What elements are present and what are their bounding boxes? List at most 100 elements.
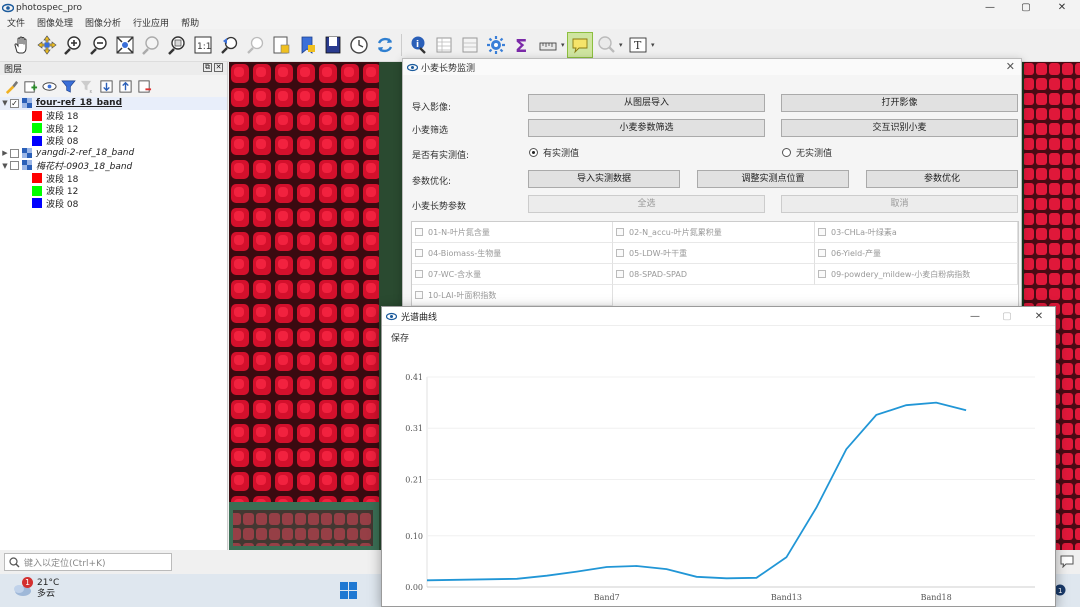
import-from-layer-button[interactable]: 从图层导入	[528, 94, 765, 112]
param-label: 03-CHLa-叶绿素a	[831, 227, 897, 237]
search-tool-icon[interactable]	[593, 32, 619, 58]
message-log-icon[interactable]	[1060, 555, 1074, 568]
checkbox-box	[415, 291, 423, 299]
band-label: 波段 12	[46, 124, 79, 135]
app-titlebar: photospec_pro — ▢ ✕	[0, 0, 1080, 15]
new-bookmark-icon[interactable]	[268, 32, 294, 58]
zoom-to-selection-icon[interactable]	[138, 32, 164, 58]
minimize-button[interactable]: —	[972, 0, 1008, 15]
cancel-button[interactable]: 取消	[781, 195, 1018, 213]
zoom-next-icon[interactable]	[242, 32, 268, 58]
radio-no-measured[interactable]: 无实测值	[782, 146, 832, 159]
layer-visibility-checkbox[interactable]	[10, 161, 19, 171]
zoom-native-icon[interactable]: 1:1	[190, 32, 216, 58]
windows-start-icon[interactable]	[340, 582, 357, 599]
sum-icon[interactable]: Σ	[509, 32, 535, 58]
menu-help[interactable]: 帮助	[181, 16, 199, 29]
add-group-icon[interactable]	[23, 79, 38, 94]
zoom-in-icon[interactable]	[60, 32, 86, 58]
statistics-icon[interactable]	[457, 32, 483, 58]
dialog-close-button[interactable]: ✕	[1006, 60, 1015, 73]
layer-visibility-checkbox[interactable]: ✓	[10, 98, 19, 108]
param-optimize-label: 参数优化:	[412, 177, 452, 187]
expand-arrow-icon[interactable]: ▼	[0, 99, 10, 107]
spatial-bookmark-icon[interactable]	[320, 32, 346, 58]
panel-close-button[interactable]: ✕	[214, 63, 223, 72]
open-image-button[interactable]: 打开影像	[781, 94, 1018, 112]
visibility-eye-icon[interactable]	[42, 79, 57, 94]
layer-row[interactable]: ▼ 梅花村-0903_18_band	[0, 159, 227, 172]
interactive-identify-button[interactable]: 交互识别小麦	[781, 119, 1018, 137]
text-dropdown-icon[interactable]: ▾	[651, 41, 657, 49]
svg-text:Σ: Σ	[515, 36, 527, 55]
radio-label: 无实测值	[796, 149, 833, 159]
pan-to-selection-icon[interactable]	[34, 32, 60, 58]
refresh-icon[interactable]	[372, 32, 398, 58]
layer-row[interactable]: ▼ ✓ four-ref_18_band	[0, 97, 227, 110]
adjust-points-button[interactable]: 调整实测点位置	[697, 170, 849, 188]
layer-visibility-checkbox[interactable]	[10, 148, 19, 158]
layer-name[interactable]: 梅花村-0903_18_band	[36, 159, 132, 172]
spectrum-maximize-button[interactable]: ▢	[991, 307, 1023, 326]
band-row: 波段 12	[0, 122, 227, 135]
param-checkbox[interactable]: 07-WC-含水量	[412, 264, 613, 285]
menu-image-processing[interactable]: 图像处理	[37, 16, 73, 29]
import-measured-button[interactable]: 导入实测数据	[528, 170, 680, 188]
text-annotation-icon[interactable]: T	[625, 32, 651, 58]
save-button[interactable]: 保存	[391, 331, 409, 344]
y-tick-label: 0.00	[405, 583, 423, 592]
spectrum-close-button[interactable]: ✕	[1023, 307, 1055, 326]
param-checkbox[interactable]: 08-SPAD-SPAD	[613, 264, 815, 285]
param-checkbox[interactable]: 03-CHLa-叶绿素a	[815, 222, 1018, 243]
zoom-out-icon[interactable]	[86, 32, 112, 58]
identify-icon[interactable]: i	[405, 32, 431, 58]
collapse-arrow-icon[interactable]: ▶	[0, 149, 10, 157]
collapse-all-icon[interactable]	[118, 79, 133, 94]
zoom-to-layer-icon[interactable]	[164, 32, 190, 58]
zoom-last-icon[interactable]	[216, 32, 242, 58]
weather-widget[interactable]: 21°C 多云	[12, 578, 59, 600]
attribute-table-icon[interactable]	[431, 32, 457, 58]
pan-icon[interactable]	[8, 32, 34, 58]
param-optimize-button[interactable]: 参数优化	[866, 170, 1018, 188]
svg-text:1: 1	[1058, 587, 1062, 595]
menu-image-analysis[interactable]: 图像分析	[85, 16, 121, 29]
layer-name[interactable]: four-ref_18_band	[36, 98, 122, 108]
show-bookmarks-icon[interactable]	[294, 32, 320, 58]
menu-industry-apps[interactable]: 行业应用	[133, 16, 169, 29]
radio-indicator	[782, 148, 791, 157]
param-checkbox[interactable]: 02-N_accu-叶片氮累积量	[613, 222, 815, 243]
maximize-button[interactable]: ▢	[1008, 0, 1044, 15]
select-all-button[interactable]: 全选	[528, 195, 765, 213]
expand-all-icon[interactable]	[99, 79, 114, 94]
close-button[interactable]: ✕	[1044, 0, 1080, 15]
layers-panel-toolbar: ε	[0, 75, 227, 97]
param-checkbox[interactable]: 01-N-叶片氮含量	[412, 222, 613, 243]
param-checkbox[interactable]: 05-LDW-叶干重	[613, 243, 815, 264]
param-checkbox[interactable]: 06-Yield-产量	[815, 243, 1018, 264]
checkbox-box	[415, 228, 423, 236]
menu-file[interactable]: 文件	[7, 16, 25, 29]
spectrum-minimize-button[interactable]: —	[959, 307, 991, 326]
radio-has-measured[interactable]: 有实测值	[529, 146, 579, 159]
locator-search-input[interactable]: 键入以定位(Ctrl+K)	[4, 553, 172, 571]
param-checkbox[interactable]: 04-Biomass-生物量	[412, 243, 613, 264]
remove-layer-icon[interactable]	[137, 79, 152, 94]
weather-condition: 多云	[37, 589, 56, 599]
band-row: 波段 18	[0, 172, 227, 185]
filter-expression-icon[interactable]: ε	[80, 79, 95, 94]
layer-name[interactable]: yangdi-2-ref_18_band	[36, 148, 134, 158]
expand-arrow-icon[interactable]: ▼	[0, 162, 10, 170]
temporal-controller-icon[interactable]	[346, 32, 372, 58]
measure-icon[interactable]	[535, 32, 561, 58]
filter-icon[interactable]	[61, 79, 76, 94]
settings-gear-icon[interactable]	[483, 32, 509, 58]
style-brush-icon[interactable]	[4, 79, 19, 94]
layer-row[interactable]: ▶ yangdi-2-ref_18_band	[0, 147, 227, 160]
zoom-full-icon[interactable]	[112, 32, 138, 58]
panel-float-button[interactable]: ⧉	[203, 63, 212, 72]
param-checkbox[interactable]: 10-LAI-叶面积指数	[412, 285, 613, 306]
map-tips-icon[interactable]	[567, 32, 593, 58]
wheat-param-filter-button[interactable]: 小麦参数筛选	[528, 119, 765, 137]
param-checkbox[interactable]: 09-powdery_mildew-小麦白粉病指数	[815, 264, 1018, 285]
